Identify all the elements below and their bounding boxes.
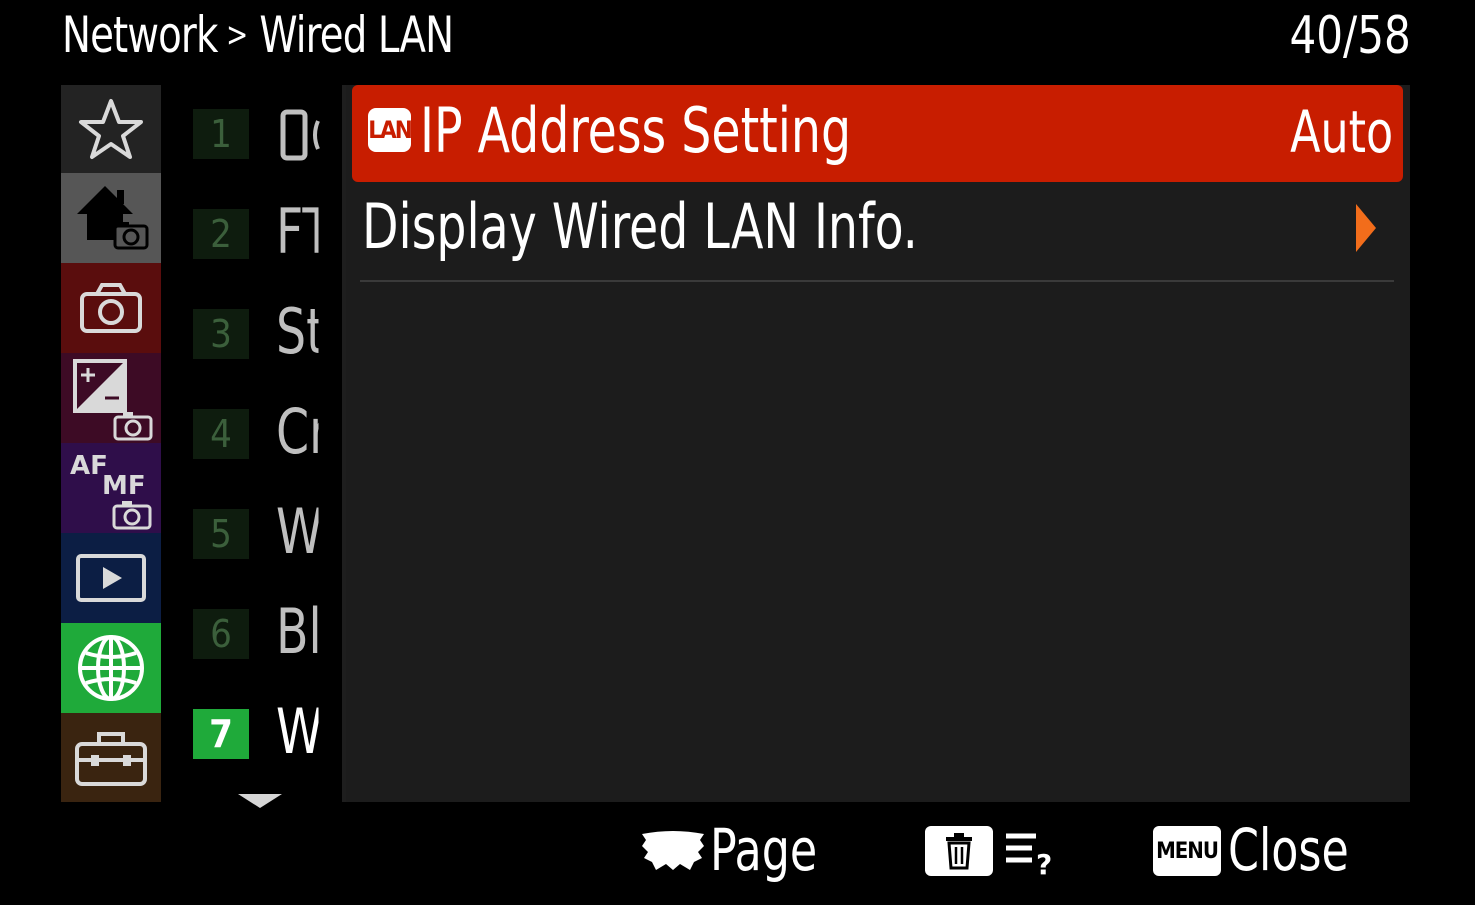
sub-page-item-7[interactable]: 7 W [170, 685, 342, 775]
sub-page-item-5[interactable]: 5 W [170, 485, 342, 575]
sub-page-item-3[interactable]: 3 St [170, 285, 342, 375]
footer-page-label: Page [710, 816, 818, 884]
menu-item-label: IP Address Setting [420, 94, 852, 167]
sub-page-number: 2 [193, 209, 249, 259]
breadcrumb-separator: > [226, 15, 248, 55]
svg-text:MF: MF [102, 471, 146, 501]
category-setup[interactable] [61, 713, 161, 802]
scroll-down-arrow-icon[interactable] [238, 794, 282, 808]
breadcrumb-current: Wired LAN [259, 6, 454, 64]
category-exposure-color[interactable] [61, 353, 161, 443]
menu-item-label: Display Wired LAN Info. [362, 190, 918, 263]
breadcrumb: Network > Wired LAN [62, 6, 454, 64]
camera-icon [80, 283, 142, 333]
sub-page-item-6[interactable]: 6 Bl [170, 585, 342, 675]
menu-item-value: Auto [1290, 98, 1393, 166]
sub-page-number: 5 [193, 509, 249, 559]
sub-page-number: 4 [193, 409, 249, 459]
sub-page-number: 7 [193, 709, 249, 759]
af-mf-icon: AF MF [70, 451, 152, 530]
playback-icon [76, 554, 146, 602]
home-camera-icon [77, 186, 149, 250]
category-my-menu[interactable] [61, 85, 161, 173]
help-guide-icon[interactable]: ? [1004, 830, 1060, 876]
trash-icon [946, 833, 972, 870]
sub-page-item-1[interactable]: 1 [170, 85, 342, 175]
breadcrumb-parent: Network [62, 6, 218, 64]
category-sidebar: AF MF [61, 85, 161, 802]
sub-page-label: FT [276, 195, 319, 268]
sub-page-label: W [276, 695, 319, 768]
sub-page-label: Cr [276, 395, 319, 468]
category-shooting[interactable] [61, 263, 161, 353]
sub-page-number: 6 [193, 609, 249, 659]
lan-badge-icon: LAN [368, 108, 413, 152]
sub-page-list: 1 2 FT 3 St 4 Cr 5 W 6 Bl 7 W [170, 85, 342, 802]
row-divider [360, 280, 1394, 282]
category-playback[interactable] [61, 533, 161, 623]
toolbox-icon [75, 731, 147, 786]
star-icon [79, 99, 143, 159]
category-main[interactable] [61, 173, 161, 263]
footer-close-label: Close [1228, 816, 1349, 884]
sub-page-label: Bl [276, 595, 319, 668]
sub-page-number: 3 [193, 309, 249, 359]
smartphone-icon [280, 109, 320, 161]
svg-text:?: ? [1036, 848, 1052, 876]
control-dial-icon [642, 831, 704, 870]
submenu-arrow-icon [1356, 204, 1376, 252]
category-network[interactable] [61, 623, 161, 713]
sub-page-item-2[interactable]: 2 FT [170, 185, 342, 275]
sub-page-label: W [276, 495, 319, 568]
sub-page-item-4[interactable]: 4 Cr [170, 385, 342, 475]
menu-button[interactable]: MENU [1153, 826, 1221, 876]
sub-page-number: 1 [193, 109, 249, 159]
sub-page-label: St [276, 295, 319, 368]
delete-button[interactable] [925, 826, 993, 876]
globe-icon [78, 635, 144, 701]
category-focus[interactable]: AF MF [61, 443, 161, 533]
exposure-color-icon [73, 359, 153, 441]
page-counter: 40/58 [1289, 6, 1411, 66]
